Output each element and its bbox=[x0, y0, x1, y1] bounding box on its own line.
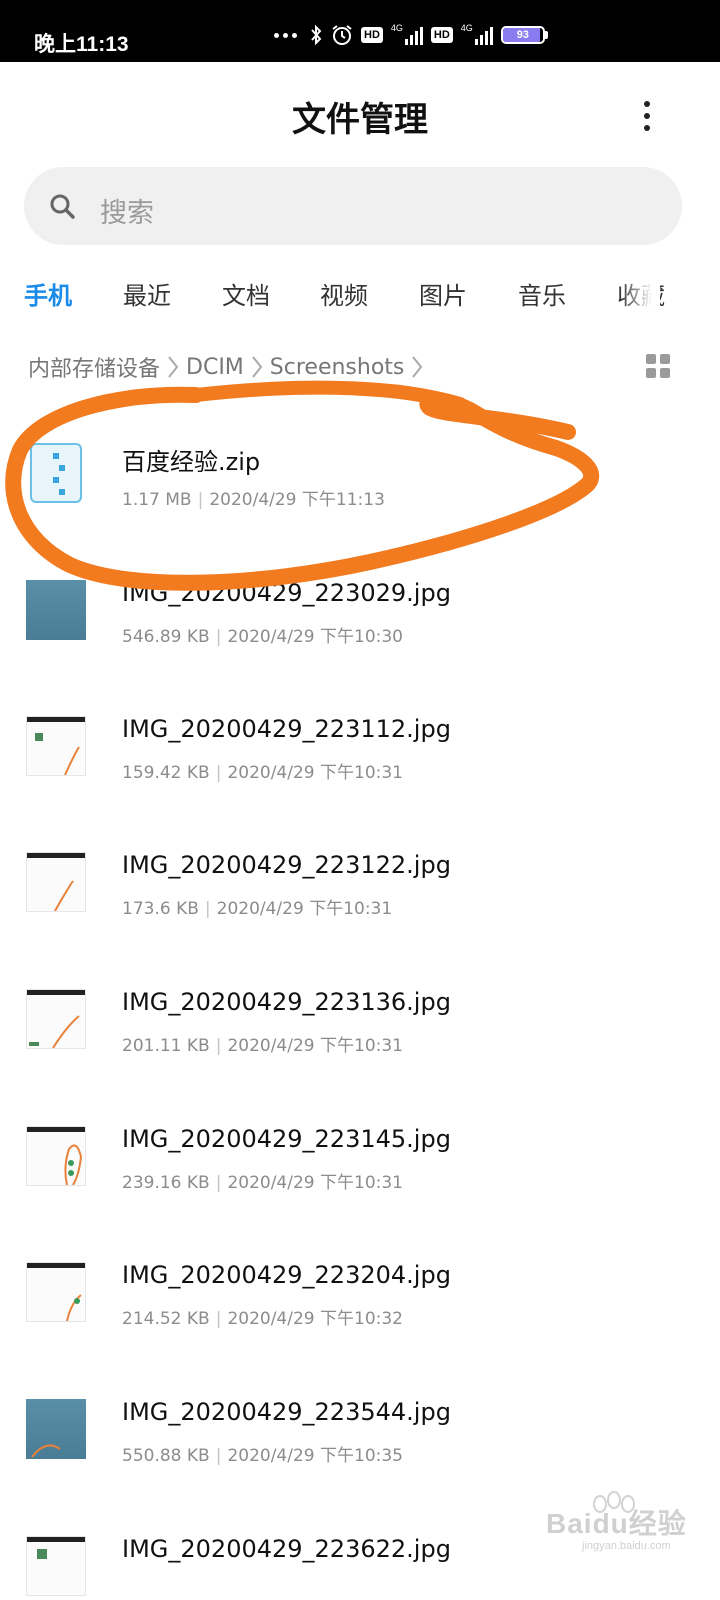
network-type-label: 4G bbox=[460, 23, 473, 33]
file-date: 2020/4/29 下午10:32 bbox=[227, 1309, 403, 1329]
file-meta: 546.89 KB | 2020/4/29 下午10:30 bbox=[122, 627, 403, 647]
file-name[interactable]: IMG_20200429_223145.jpg bbox=[122, 1125, 451, 1153]
file-size: 201.11 KB bbox=[122, 1036, 210, 1056]
tab-music[interactable]: 音乐 bbox=[518, 276, 566, 311]
breadcrumb-internal-storage[interactable]: 内部存储设备 bbox=[28, 351, 160, 383]
file-name[interactable]: 百度经验.zip bbox=[122, 442, 260, 477]
file-date: 2020/4/29 下午10:35 bbox=[227, 1446, 403, 1466]
file-date: 2020/4/29 下午10:31 bbox=[227, 763, 403, 783]
file-meta: 159.42 KB | 2020/4/29 下午10:31 bbox=[122, 763, 403, 783]
bluetooth-icon bbox=[311, 24, 322, 46]
file-meta: 1.17 MB | 2020/4/29 下午11:13 bbox=[122, 490, 385, 510]
search-placeholder: 搜索 bbox=[100, 198, 154, 229]
status-icons: HD 4G HD 4G 93 bbox=[274, 22, 548, 48]
file-name[interactable]: IMG_20200429_223544.jpg bbox=[122, 1398, 451, 1426]
file-date: 2020/4/29 下午10:31 bbox=[227, 1036, 403, 1056]
file-size: 159.42 KB bbox=[122, 763, 210, 783]
file-meta: 239.16 KB | 2020/4/29 下午10:31 bbox=[122, 1173, 403, 1193]
file-date: 2020/4/29 下午10:31 bbox=[216, 899, 393, 919]
image-thumbnail bbox=[26, 1126, 86, 1186]
tabs-fade-edge bbox=[620, 266, 660, 326]
tab-documents[interactable]: 文档 bbox=[222, 276, 270, 311]
image-thumbnail bbox=[26, 852, 86, 912]
image-thumbnail bbox=[26, 1399, 86, 1459]
file-meta: 214.52 KB | 2020/4/29 下午10:32 bbox=[122, 1309, 403, 1329]
search-icon bbox=[50, 194, 75, 219]
file-name[interactable]: IMG_20200429_223112.jpg bbox=[122, 715, 451, 743]
file-name[interactable]: IMG_20200429_223136.jpg bbox=[122, 988, 451, 1016]
signal-icon bbox=[474, 25, 493, 45]
image-thumbnail bbox=[26, 580, 86, 640]
file-size: 546.89 KB bbox=[122, 627, 210, 647]
file-size: 214.52 KB bbox=[122, 1309, 210, 1329]
network-type-label: 4G bbox=[390, 23, 403, 33]
tab-phone[interactable]: 手机 bbox=[24, 276, 72, 311]
tab-recent[interactable]: 最近 bbox=[123, 276, 171, 311]
breadcrumb-screenshots[interactable]: Screenshots bbox=[270, 355, 405, 380]
breadcrumb-dcim[interactable]: DCIM bbox=[186, 355, 244, 380]
alarm-icon bbox=[332, 25, 352, 45]
breadcrumb: 内部存储设备 DCIM Screenshots bbox=[28, 352, 430, 382]
file-date: 2020/4/29 下午10:31 bbox=[227, 1173, 403, 1193]
file-meta: 201.11 KB | 2020/4/29 下午10:31 bbox=[122, 1036, 403, 1056]
watermark-domain: jingyan.baidu.com bbox=[582, 1540, 671, 1552]
hd-badge: HD bbox=[361, 27, 383, 43]
watermark-brand: Baidu经验 bbox=[546, 1508, 687, 1539]
more-options-button[interactable] bbox=[632, 96, 662, 136]
chevron-right-icon bbox=[252, 356, 263, 378]
file-name[interactable]: IMG_20200429_223622.jpg bbox=[122, 1535, 451, 1563]
zip-file-icon bbox=[30, 443, 82, 503]
chevron-right-icon bbox=[168, 356, 179, 378]
category-tabs: 手机 最近 文档 视频 图片 音乐 收藏 bbox=[24, 276, 720, 312]
file-meta: 173.6 KB | 2020/4/29 下午10:31 bbox=[122, 899, 393, 919]
image-thumbnail bbox=[26, 716, 86, 776]
file-size: 239.16 KB bbox=[122, 1173, 210, 1193]
file-size: 173.6 KB bbox=[122, 899, 199, 919]
page-title: 文件管理 bbox=[292, 100, 428, 140]
file-date: 2020/4/29 下午11:13 bbox=[209, 490, 385, 510]
grid-view-icon[interactable] bbox=[646, 354, 670, 378]
battery-cap bbox=[544, 31, 548, 39]
battery-level: 93 bbox=[516, 29, 529, 41]
tab-images[interactable]: 图片 bbox=[419, 276, 467, 311]
image-thumbnail bbox=[26, 989, 86, 1049]
file-size: 550.88 KB bbox=[122, 1446, 210, 1466]
file-name[interactable]: IMG_20200429_223204.jpg bbox=[122, 1261, 451, 1289]
chevron-right-icon bbox=[412, 356, 423, 378]
file-meta: 550.88 KB | 2020/4/29 下午10:35 bbox=[122, 1446, 403, 1466]
more-notifications-icon bbox=[274, 32, 297, 38]
battery-icon: 93 bbox=[500, 26, 545, 44]
file-name[interactable]: IMG_20200429_223122.jpg bbox=[122, 851, 451, 879]
status-bar: 晚上11:13 HD 4G HD 4G 93 bbox=[0, 0, 720, 62]
file-name[interactable]: IMG_20200429_223029.jpg bbox=[122, 579, 451, 607]
tab-videos[interactable]: 视频 bbox=[320, 276, 368, 311]
signal-icon bbox=[404, 25, 423, 45]
file-date: 2020/4/29 下午10:30 bbox=[227, 627, 403, 647]
status-time: 晚上11:13 bbox=[34, 33, 129, 56]
image-thumbnail bbox=[26, 1536, 86, 1596]
image-thumbnail bbox=[26, 1262, 86, 1322]
file-size: 1.17 MB bbox=[122, 490, 192, 510]
hd-badge: HD bbox=[430, 27, 453, 43]
